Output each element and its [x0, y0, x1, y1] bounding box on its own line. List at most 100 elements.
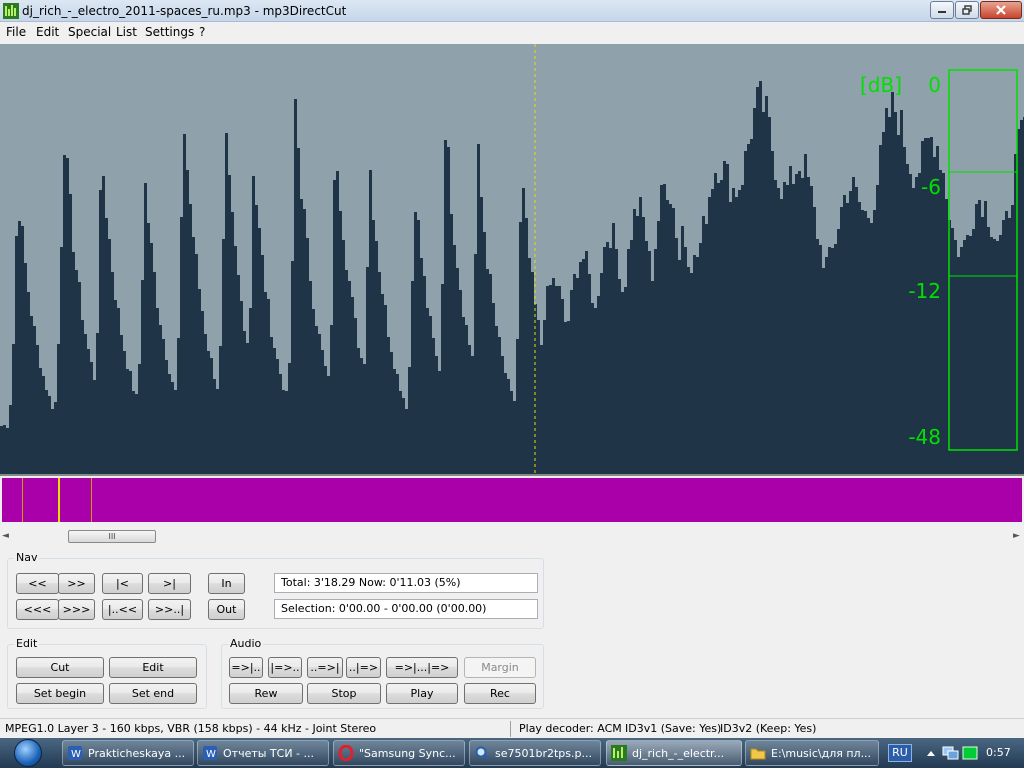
overview-view-window[interactable]	[22, 478, 92, 522]
taskbar-item-search[interactable]: se7501br2tps.p...	[469, 740, 601, 766]
scroll-right-arrow-icon[interactable]: ►	[1013, 531, 1020, 541]
waveform-bar	[165, 360, 168, 474]
play-to-end-button[interactable]: ..=>|	[307, 657, 343, 678]
play-from-begin-button[interactable]: =>|..	[229, 657, 263, 678]
overview-bar[interactable]	[2, 478, 1022, 522]
waveform-bar	[759, 81, 762, 474]
waveform-bar	[675, 238, 678, 474]
waveform-bar	[960, 247, 963, 474]
margin-button[interactable]: Margin	[464, 657, 536, 678]
waveform-view[interactable]: [dB] 0 -6 -12 -48	[0, 44, 1024, 474]
waveform-bar	[33, 326, 36, 474]
set-begin-button[interactable]: Set begin	[16, 683, 104, 704]
menu-help[interactable]: ?	[199, 25, 205, 39]
waveform-bar	[267, 299, 270, 474]
waveform-bar	[699, 243, 702, 474]
taskbar-item-word-2[interactable]: W Отчеты ТСИ - ...	[197, 740, 329, 766]
waveform-bar	[864, 211, 867, 474]
close-button[interactable]	[980, 1, 1022, 19]
menu-settings[interactable]: Settings	[145, 25, 194, 39]
start-button[interactable]	[2, 738, 54, 768]
waveform-bar	[561, 299, 564, 474]
nav-to-begin-button[interactable]: |<	[102, 573, 143, 594]
record-button[interactable]: Rec	[464, 683, 536, 704]
waveform-bar	[657, 221, 660, 474]
waveform-bar	[549, 285, 552, 474]
scroll-thumb[interactable]: III	[68, 530, 156, 543]
set-end-button[interactable]: Set end	[109, 683, 197, 704]
nav-rewind-button[interactable]: <<	[16, 573, 59, 594]
waveform-bar	[789, 166, 792, 474]
network-icon[interactable]	[942, 745, 960, 761]
nav-to-end-button[interactable]: >|	[148, 573, 191, 594]
scroll-left-arrow-icon[interactable]: ◄	[2, 531, 9, 541]
maximize-button[interactable]	[955, 1, 979, 19]
set-in-button[interactable]: In	[208, 573, 245, 594]
waveform-bar	[606, 242, 609, 474]
edit-button[interactable]: Edit	[109, 657, 197, 678]
waveform-bar	[528, 258, 531, 474]
waveform-bar	[780, 199, 783, 474]
menu-list[interactable]: List	[116, 25, 137, 39]
play-around-selection-button[interactable]: =>|...|=>	[386, 657, 458, 678]
svg-text:W: W	[71, 749, 81, 760]
cut-button[interactable]: Cut	[16, 657, 104, 678]
waveform-bar	[354, 318, 357, 474]
waveform-bar	[642, 217, 645, 474]
waveform-bar	[159, 325, 162, 474]
waveform-bar	[18, 221, 21, 474]
taskbar-item-word-1[interactable]: W Prakticheskaya ...	[62, 740, 194, 766]
waveform-bar	[345, 270, 348, 474]
taskbar-item-opera[interactable]: "Samsung Sync...	[333, 740, 465, 766]
waveform-bar	[519, 222, 522, 474]
waveform-bar	[321, 350, 324, 474]
taskbar-item-explorer[interactable]: E:\music\для пл...	[745, 740, 879, 766]
nav-to-sel-end-button[interactable]: >>..|	[148, 599, 191, 620]
play-button[interactable]: Play	[386, 683, 458, 704]
nav-forward-button[interactable]: >>	[58, 573, 95, 594]
waveform-bar	[174, 390, 177, 474]
waveform-bar	[981, 217, 984, 474]
db-label-0: 0	[928, 73, 941, 97]
play-from-cursor-button[interactable]: |=>..	[268, 657, 302, 678]
waveform-bar	[645, 241, 648, 474]
battery-icon[interactable]	[962, 745, 980, 761]
minimize-button[interactable]	[930, 1, 954, 19]
waveform-bar	[285, 391, 288, 474]
waveform-bar	[258, 228, 261, 474]
waveform-bar	[3, 425, 6, 474]
waveform-graph[interactable]: [dB] 0 -6 -12 -48	[0, 44, 1024, 474]
show-hidden-icons-icon[interactable]	[926, 748, 936, 758]
taskbar-item-mp3directcut[interactable]: dj_rich_-_electr...	[606, 740, 742, 766]
waveform-bar	[195, 254, 198, 474]
stop-button[interactable]: Stop	[307, 683, 381, 704]
waveform-bar	[618, 279, 621, 474]
menu-special[interactable]: Special	[68, 25, 111, 39]
rewind-button[interactable]: Rew	[229, 683, 303, 704]
horizontal-scrollbar[interactable]: ◄ III ►	[0, 528, 1024, 545]
waveform-bar	[894, 112, 897, 474]
waveform-bar	[708, 197, 711, 474]
waveform-bar	[426, 308, 429, 474]
language-indicator[interactable]: RU	[888, 744, 912, 762]
nav-to-sel-begin-button[interactable]: |..<<	[102, 599, 143, 620]
play-after-end-button[interactable]: ..|=>	[346, 657, 381, 678]
overview-strip[interactable]	[0, 474, 1024, 525]
nav-fast-forward-button[interactable]: >>>	[58, 599, 95, 620]
waveform-bar	[327, 376, 330, 474]
nav-fast-rewind-button[interactable]: <<<	[16, 599, 59, 620]
waveform-bar	[342, 240, 345, 474]
status-bar: MPEG1.0 Layer 3 - 160 kbps, VBR (158 kbp…	[0, 718, 1024, 738]
waveform-bar	[57, 344, 60, 474]
waveform-bar	[108, 239, 111, 474]
waveform-bar	[963, 240, 966, 474]
menu-file[interactable]: File	[6, 25, 26, 39]
restore-icon	[962, 5, 972, 15]
waveform-bar	[396, 374, 399, 474]
waveform-bar	[378, 272, 381, 474]
waveform-bar	[213, 379, 216, 474]
menu-edit[interactable]: Edit	[36, 25, 59, 39]
set-out-button[interactable]: Out	[208, 599, 245, 620]
clock[interactable]: 0:57	[986, 746, 1011, 759]
status-format: MPEG1.0 Layer 3 - 160 kbps, VBR (158 kbp…	[5, 722, 377, 735]
